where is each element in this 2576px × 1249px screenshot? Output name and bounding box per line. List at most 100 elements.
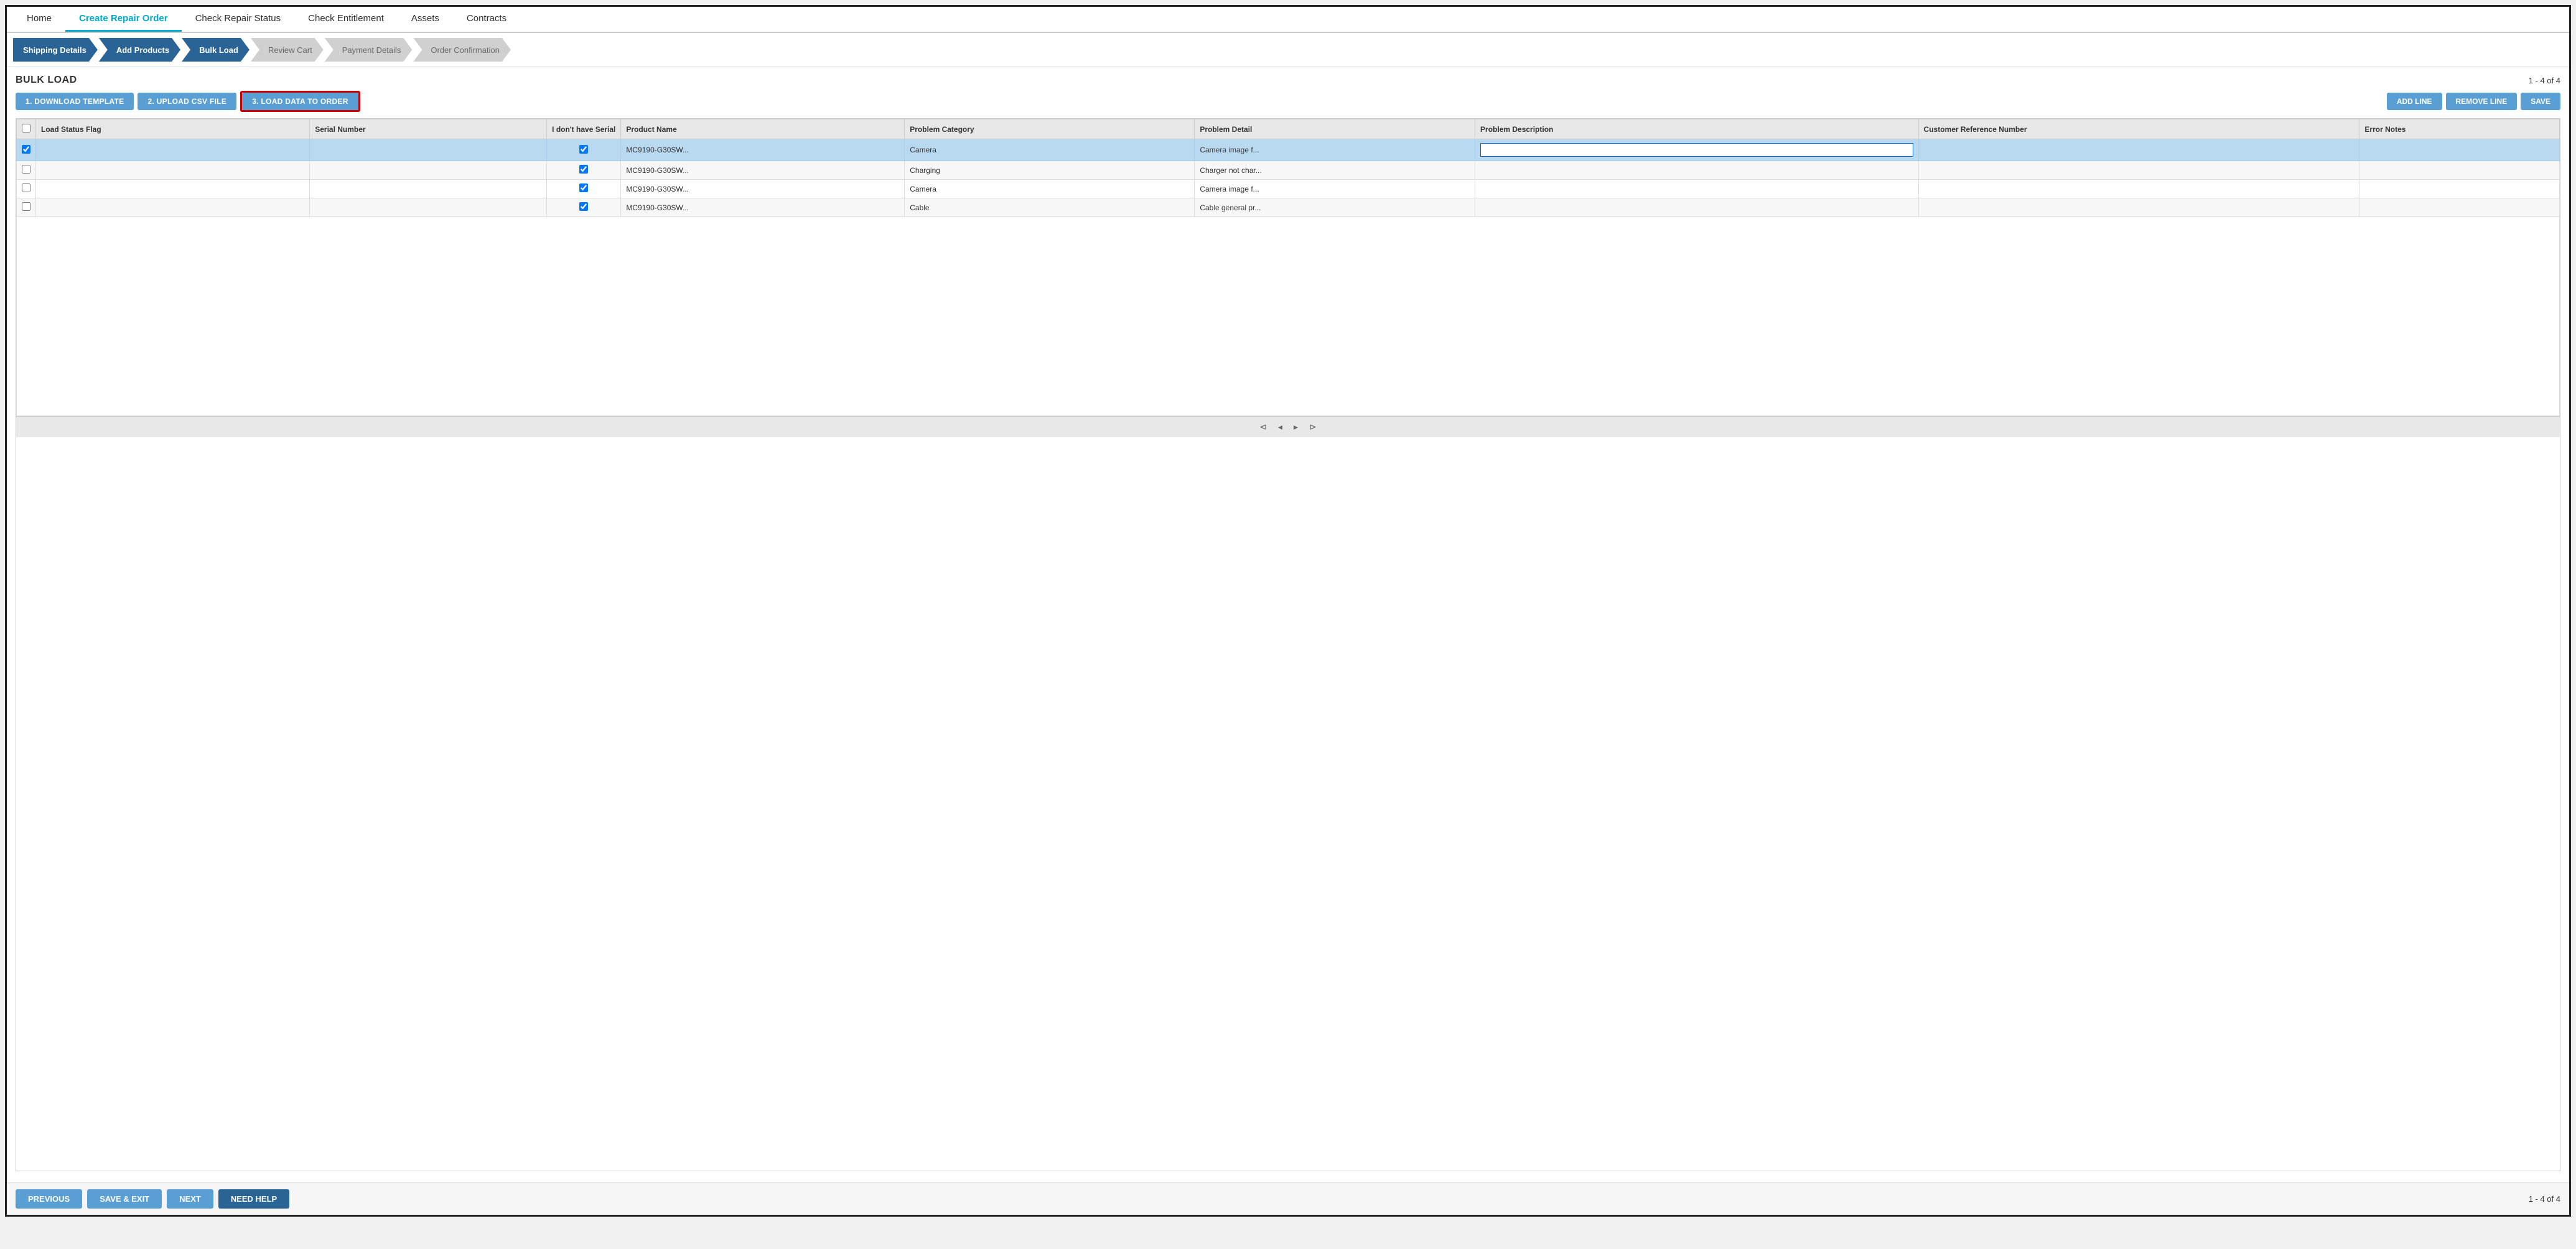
col-load-status-flag: Load Status Flag <box>36 119 310 139</box>
row-checkbox[interactable] <box>22 202 30 211</box>
col-serial-number: Serial Number <box>310 119 547 139</box>
save-button[interactable]: SAVE <box>2521 93 2560 110</box>
nav-create-repair-order[interactable]: Create Repair Order <box>65 7 182 32</box>
no-serial-cell[interactable] <box>547 161 621 180</box>
serial-number-cell <box>310 180 547 198</box>
problem-description-cell <box>1475 198 1919 217</box>
record-count-top: 1 - 4 of 4 <box>2529 76 2560 85</box>
prev-page-button[interactable]: ◂ <box>1276 420 1285 434</box>
problem-description-cell <box>1475 161 1919 180</box>
bottom-bar: PREVIOUS SAVE & EXIT NEXT NEED HELP 1 - … <box>7 1182 2569 1215</box>
problem-description-input[interactable] <box>1480 143 1913 157</box>
previous-button[interactable]: PREVIOUS <box>16 1189 82 1209</box>
last-page-button[interactable]: ⊳ <box>1307 420 1319 434</box>
nav-assets[interactable]: Assets <box>398 7 453 32</box>
select-all-header[interactable] <box>17 119 36 139</box>
nav-home[interactable]: Home <box>13 7 65 32</box>
col-error-notes: Error Notes <box>2359 119 2560 139</box>
product-name-cell: MC9190-G30SW... <box>621 139 905 161</box>
load-status-cell <box>36 139 310 161</box>
no-serial-checkbox[interactable] <box>579 183 588 192</box>
problem-description-cell[interactable] <box>1475 139 1919 161</box>
wizard-step-add-products[interactable]: Add Products <box>99 38 180 62</box>
problem-category-cell: Camera <box>905 139 1195 161</box>
need-help-button[interactable]: NEED HELP <box>218 1189 289 1209</box>
pagination-bar: ⊲ ◂ ▸ ⊳ <box>16 416 2560 437</box>
data-table-wrap: Load Status Flag Serial Number I don't h… <box>16 118 2560 1171</box>
load-data-button[interactable]: 3. LOAD DATA TO ORDER <box>240 91 360 112</box>
serial-number-cell <box>310 161 547 180</box>
no-serial-cell[interactable] <box>547 180 621 198</box>
table-row: MC9190-G30SW... Camera Camera image f... <box>17 139 2560 161</box>
row-checkbox[interactable] <box>22 165 30 174</box>
row-checkbox[interactable] <box>22 145 30 154</box>
customer-ref-cell <box>1918 180 2359 198</box>
problem-description-cell <box>1475 180 1919 198</box>
product-name-cell: MC9190-G30SW... <box>621 180 905 198</box>
table-row: MC9190-G30SW... Cable Cable general pr..… <box>17 198 2560 217</box>
no-serial-cell[interactable] <box>547 198 621 217</box>
empty-space-row <box>17 217 2560 416</box>
no-serial-checkbox[interactable] <box>579 145 588 154</box>
serial-number-cell <box>310 139 547 161</box>
customer-ref-cell <box>1918 198 2359 217</box>
problem-category-cell: Cable <box>905 198 1195 217</box>
problem-detail-cell: Camera image f... <box>1195 139 1475 161</box>
serial-number-cell <box>310 198 547 217</box>
error-notes-cell <box>2359 198 2560 217</box>
customer-ref-cell <box>1918 139 2359 161</box>
problem-category-cell: Camera <box>905 180 1195 198</box>
no-serial-checkbox[interactable] <box>579 165 588 174</box>
next-button[interactable]: NEXT <box>167 1189 213 1209</box>
problem-category-cell: Charging <box>905 161 1195 180</box>
customer-ref-cell <box>1918 161 2359 180</box>
table-row: MC9190-G30SW... Charging Charger not cha… <box>17 161 2560 180</box>
page-title: BULK LOAD <box>16 75 77 86</box>
col-no-serial: I don't have Serial <box>547 119 621 139</box>
nav-contracts[interactable]: Contracts <box>453 7 520 32</box>
row-checkbox-cell[interactable] <box>17 180 36 198</box>
action-row: 1. DOWNLOAD TEMPLATE 2. UPLOAD CSV FILE … <box>16 91 2560 112</box>
wizard-step-bulk-load[interactable]: Bulk Load <box>182 38 250 62</box>
row-checkbox-cell[interactable] <box>17 139 36 161</box>
problem-detail-cell: Camera image f... <box>1195 180 1475 198</box>
wizard-bar: Shipping Details Add Products Bulk Load … <box>7 33 2569 67</box>
col-problem-category: Problem Category <box>905 119 1195 139</box>
row-checkbox-cell[interactable] <box>17 161 36 180</box>
error-notes-cell <box>2359 180 2560 198</box>
content-area: BULK LOAD 1 - 4 of 4 1. DOWNLOAD TEMPLAT… <box>7 67 2569 1182</box>
col-product-name: Product Name <box>621 119 905 139</box>
wizard-step-payment-details[interactable]: Payment Details <box>325 38 413 62</box>
upload-csv-button[interactable]: 2. UPLOAD CSV FILE <box>138 93 236 110</box>
load-status-cell <box>36 161 310 180</box>
load-status-cell <box>36 198 310 217</box>
col-customer-ref: Customer Reference Number <box>1918 119 2359 139</box>
error-notes-cell <box>2359 139 2560 161</box>
no-serial-checkbox[interactable] <box>579 202 588 211</box>
wizard-step-order-confirmation[interactable]: Order Confirmation <box>413 38 511 62</box>
bulk-load-table: Load Status Flag Serial Number I don't h… <box>16 119 2560 416</box>
bulk-header: BULK LOAD 1 - 4 of 4 <box>16 75 2560 86</box>
save-exit-button[interactable]: SAVE & EXIT <box>87 1189 162 1209</box>
top-nav: Home Create Repair Order Check Repair St… <box>7 7 2569 33</box>
record-count-bottom: 1 - 4 of 4 <box>2529 1194 2560 1204</box>
table-row: MC9190-G30SW... Camera Camera image f... <box>17 180 2560 198</box>
nav-check-entitlement[interactable]: Check Entitlement <box>294 7 398 32</box>
load-status-cell <box>36 180 310 198</box>
problem-detail-cell: Charger not char... <box>1195 161 1475 180</box>
next-page-button[interactable]: ▸ <box>1291 420 1300 434</box>
select-all-checkbox[interactable] <box>22 124 30 132</box>
product-name-cell: MC9190-G30SW... <box>621 198 905 217</box>
download-template-button[interactable]: 1. DOWNLOAD TEMPLATE <box>16 93 134 110</box>
remove-line-button[interactable]: REMOVE LINE <box>2446 93 2518 110</box>
no-serial-cell[interactable] <box>547 139 621 161</box>
nav-check-repair-status[interactable]: Check Repair Status <box>182 7 295 32</box>
col-problem-description: Problem Description <box>1475 119 1919 139</box>
row-checkbox[interactable] <box>22 183 30 192</box>
first-page-button[interactable]: ⊲ <box>1257 420 1269 434</box>
wizard-step-shipping-details[interactable]: Shipping Details <box>13 38 98 62</box>
row-checkbox-cell[interactable] <box>17 198 36 217</box>
wizard-step-review-cart[interactable]: Review Cart <box>251 38 324 62</box>
add-line-button[interactable]: ADD LINE <box>2387 93 2442 110</box>
problem-detail-cell: Cable general pr... <box>1195 198 1475 217</box>
